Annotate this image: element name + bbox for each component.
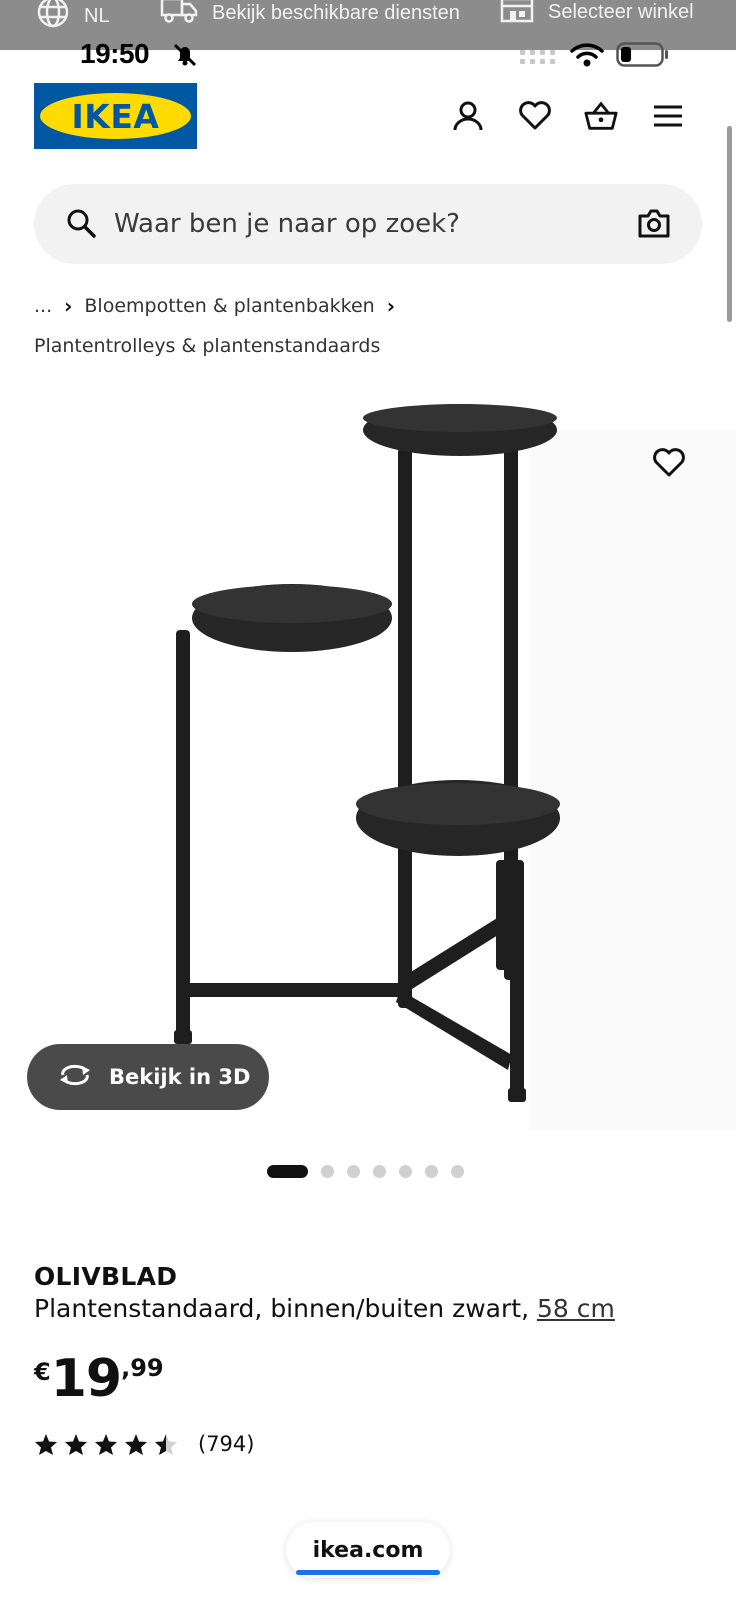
product-description: Plantenstandaard, binnen/buiten zwart, 5… bbox=[34, 1294, 615, 1323]
product-rating[interactable]: (794) bbox=[34, 1432, 254, 1456]
store-icon bbox=[500, 0, 534, 25]
heart-icon[interactable] bbox=[518, 99, 552, 133]
chevron-right-icon: › bbox=[64, 294, 73, 318]
camera-icon[interactable] bbox=[638, 208, 670, 243]
breadcrumb: ... › Bloempotten & plantenbakken › Plan… bbox=[34, 292, 714, 360]
carousel-dot-5[interactable] bbox=[399, 1164, 412, 1178]
carousel-dot-6[interactable] bbox=[425, 1164, 438, 1178]
language-selector[interactable]: NL bbox=[36, 0, 110, 33]
view-in-3d-label: Bekijk in 3D bbox=[109, 1065, 251, 1089]
product-description-text: Plantenstandaard, binnen/buiten zwart, bbox=[34, 1294, 530, 1323]
signal-icon bbox=[520, 50, 558, 71]
page-load-indicator bbox=[296, 1570, 440, 1575]
delivery-truck-icon bbox=[160, 0, 198, 27]
services-link[interactable]: Bekijk beschikbare diensten bbox=[160, 0, 460, 27]
browser-url: ikea.com bbox=[312, 1537, 424, 1563]
rating-stars bbox=[34, 1433, 178, 1456]
product-price: € 19 ,99 bbox=[34, 1350, 164, 1408]
breadcrumb-item-bloempotten[interactable]: Bloempotten & plantenbakken bbox=[84, 295, 374, 317]
store-selector[interactable]: Selecteer winkel bbox=[500, 0, 694, 25]
add-to-favourites-icon[interactable] bbox=[652, 448, 686, 483]
half-star-icon bbox=[155, 1433, 177, 1455]
status-time: 19:50 bbox=[80, 38, 150, 69]
carousel-dot-2[interactable] bbox=[321, 1164, 334, 1178]
carousel-dots bbox=[267, 1164, 464, 1178]
star-icon bbox=[65, 1433, 87, 1455]
star-icon bbox=[35, 1433, 57, 1455]
breadcrumb-ellipsis[interactable]: ... bbox=[34, 295, 52, 317]
star-icon bbox=[95, 1433, 117, 1455]
site-header: IKEA bbox=[0, 82, 736, 152]
price-decimal: ,99 bbox=[121, 1354, 164, 1382]
product-image bbox=[174, 404, 560, 1102]
rating-count: (794) bbox=[198, 1432, 255, 1456]
basket-icon[interactable] bbox=[584, 99, 618, 133]
globe-icon bbox=[36, 0, 70, 33]
product-size-link[interactable]: 58 cm bbox=[537, 1294, 615, 1323]
carousel-dot-1[interactable] bbox=[267, 1164, 308, 1178]
carousel-dot-4[interactable] bbox=[373, 1164, 386, 1178]
search-icon bbox=[66, 208, 96, 243]
chevron-right-icon: › bbox=[386, 294, 395, 318]
language-label: NL bbox=[84, 4, 110, 27]
status-bar: 19:50 bbox=[0, 34, 736, 74]
price-currency: € bbox=[34, 1358, 51, 1386]
carousel-dot-7[interactable] bbox=[451, 1164, 464, 1178]
scrollbar[interactable] bbox=[727, 126, 732, 322]
star-icon bbox=[125, 1433, 147, 1455]
search-input[interactable] bbox=[114, 184, 634, 264]
store-label: Selecteer winkel bbox=[548, 0, 694, 23]
breadcrumb-item-plantentrolleys[interactable]: Plantentrolleys & plantenstandaards bbox=[34, 335, 380, 357]
services-label: Bekijk beschikbare diensten bbox=[212, 1, 460, 24]
user-icon[interactable] bbox=[451, 99, 485, 133]
search-bar[interactable] bbox=[34, 184, 702, 264]
product-image-gallery[interactable] bbox=[0, 390, 736, 1130]
price-integer: 19 bbox=[50, 1349, 122, 1409]
carousel-dot-3[interactable] bbox=[347, 1164, 360, 1178]
view-in-3d-button[interactable]: Bekijk in 3D bbox=[27, 1044, 269, 1110]
rotate-3d-icon bbox=[57, 1063, 93, 1092]
wifi-icon bbox=[570, 42, 604, 73]
ikea-logo[interactable]: IKEA bbox=[34, 83, 197, 149]
menu-icon[interactable] bbox=[651, 99, 685, 133]
bell-off-icon bbox=[172, 42, 198, 73]
product-name: OLIVBLAD bbox=[34, 1262, 178, 1291]
battery-icon bbox=[616, 42, 670, 73]
